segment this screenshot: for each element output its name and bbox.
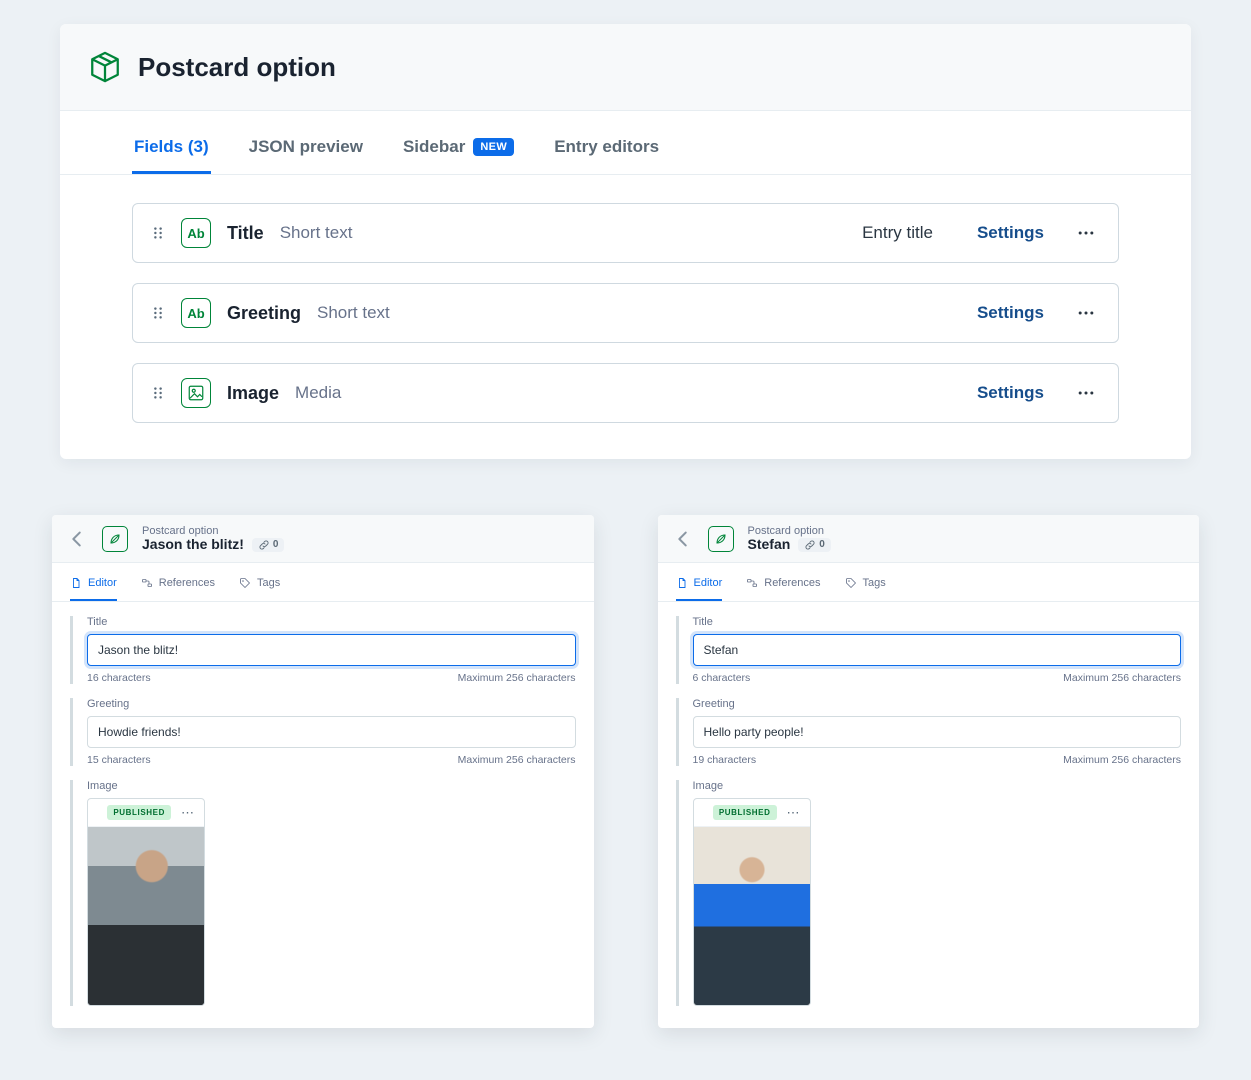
- entry-icon: [708, 526, 734, 552]
- tab-references[interactable]: References: [746, 573, 820, 601]
- greeting-input[interactable]: [87, 716, 576, 748]
- drag-handle-icon[interactable]: [151, 306, 165, 320]
- greeting-label: Greeting: [87, 698, 576, 710]
- tag-icon: [239, 577, 251, 589]
- text-field-icon: Ab: [181, 218, 211, 248]
- tab-json-preview[interactable]: JSON preview: [247, 129, 365, 174]
- doc-icon: [676, 577, 688, 589]
- media-field-icon: [181, 378, 211, 408]
- tab-tags[interactable]: Tags: [239, 573, 280, 601]
- title-label: Title: [693, 616, 1182, 628]
- entry-tabs: Editor References Tags: [52, 563, 594, 602]
- field-type: Media: [295, 383, 341, 403]
- content-type-panel: Postcard option Fields (3) JSON preview …: [60, 24, 1191, 459]
- link-icon: [258, 539, 270, 551]
- char-count: 6 characters: [693, 672, 751, 684]
- doc-icon: [70, 577, 82, 589]
- references-count-pill[interactable]: 0: [252, 538, 285, 552]
- entry-header: Postcard option Stefan 0: [658, 515, 1200, 563]
- entry-header: Postcard option Jason the blitz! 0: [52, 515, 594, 563]
- drag-handle-icon[interactable]: [151, 386, 165, 400]
- tab-editor[interactable]: Editor: [70, 573, 117, 601]
- linked-asset-card[interactable]: PUBLISHED ⋯: [87, 798, 205, 1006]
- editor-cards: Postcard option Jason the blitz! 0 Edito…: [32, 515, 1219, 1028]
- field-row-title: Ab Title Short text Entry title Settings: [132, 203, 1119, 263]
- back-button[interactable]: [66, 528, 88, 550]
- tab-sidebar[interactable]: Sidebar NEW: [401, 129, 516, 174]
- char-count: 16 characters: [87, 672, 151, 684]
- status-badge: PUBLISHED: [713, 805, 777, 820]
- content-type-header: Postcard option: [60, 24, 1191, 111]
- field-row-image: Image Media Settings: [132, 363, 1119, 423]
- tab-editor[interactable]: Editor: [676, 573, 723, 601]
- fields-list: Ab Title Short text Entry title Settings…: [60, 203, 1191, 459]
- references-icon: [141, 577, 153, 589]
- image-field-block: Image PUBLISHED ⋯: [676, 780, 1182, 1006]
- status-badge: PUBLISHED: [107, 805, 171, 820]
- greeting-field-block: Greeting 15 characters Maximum 256 chara…: [70, 698, 576, 766]
- entry-title: Stefan: [748, 537, 791, 552]
- tab-fields[interactable]: Fields (3): [132, 129, 211, 174]
- link-icon: [804, 539, 816, 551]
- asset-more-button[interactable]: ⋯: [785, 806, 802, 819]
- content-type-title: Postcard option: [138, 52, 336, 83]
- field-name: Title: [227, 223, 264, 244]
- title-field-block: Title 16 characters Maximum 256 characte…: [70, 616, 576, 684]
- field-settings-button[interactable]: Settings: [977, 303, 1044, 323]
- asset-thumbnail: [88, 827, 204, 1005]
- content-type-icon: [88, 50, 122, 84]
- image-field-block: Image PUBLISHED ⋯: [70, 780, 576, 1006]
- entry-title-badge: Entry title: [862, 223, 933, 243]
- char-count: 15 characters: [87, 754, 151, 766]
- title-label: Title: [87, 616, 576, 628]
- field-settings-button[interactable]: Settings: [977, 223, 1044, 243]
- field-more-button[interactable]: [1072, 299, 1100, 327]
- back-button[interactable]: [672, 528, 694, 550]
- linked-asset-card[interactable]: PUBLISHED ⋯: [693, 798, 811, 1006]
- field-type: Short text: [317, 303, 390, 323]
- tab-tags[interactable]: Tags: [845, 573, 886, 601]
- image-label: Image: [693, 780, 1182, 792]
- field-type: Short text: [280, 223, 353, 243]
- asset-more-button[interactable]: ⋯: [179, 806, 196, 819]
- tag-icon: [845, 577, 857, 589]
- entry-title: Jason the blitz!: [142, 537, 244, 552]
- entry-editor-card: Postcard option Jason the blitz! 0 Edito…: [52, 515, 594, 1028]
- max-chars-label: Maximum 256 characters: [1063, 672, 1181, 684]
- entry-tabs: Editor References Tags: [658, 563, 1200, 602]
- image-label: Image: [87, 780, 576, 792]
- references-icon: [746, 577, 758, 589]
- field-name: Greeting: [227, 303, 301, 324]
- max-chars-label: Maximum 256 characters: [458, 672, 576, 684]
- entry-editor-card: Postcard option Stefan 0 Editor: [658, 515, 1200, 1028]
- max-chars-label: Maximum 256 characters: [1063, 754, 1181, 766]
- asset-thumbnail: [694, 827, 810, 1005]
- new-badge: NEW: [473, 138, 514, 156]
- drag-handle-icon[interactable]: [151, 226, 165, 240]
- field-row-greeting: Ab Greeting Short text Settings: [132, 283, 1119, 343]
- title-input[interactable]: [693, 634, 1182, 666]
- field-more-button[interactable]: [1072, 219, 1100, 247]
- title-input[interactable]: [87, 634, 576, 666]
- max-chars-label: Maximum 256 characters: [458, 754, 576, 766]
- text-field-icon: Ab: [181, 298, 211, 328]
- field-name: Image: [227, 383, 279, 404]
- greeting-field-block: Greeting 19 characters Maximum 256 chara…: [676, 698, 1182, 766]
- greeting-label: Greeting: [693, 698, 1182, 710]
- tab-references[interactable]: References: [141, 573, 215, 601]
- content-type-tabs: Fields (3) JSON preview Sidebar NEW Entr…: [60, 111, 1191, 175]
- tab-entry-editors[interactable]: Entry editors: [552, 129, 661, 174]
- char-count: 19 characters: [693, 754, 757, 766]
- field-settings-button[interactable]: Settings: [977, 383, 1044, 403]
- greeting-input[interactable]: [693, 716, 1182, 748]
- field-more-button[interactable]: [1072, 379, 1100, 407]
- title-field-block: Title 6 characters Maximum 256 character…: [676, 616, 1182, 684]
- entry-icon: [102, 526, 128, 552]
- references-count-pill[interactable]: 0: [798, 538, 831, 552]
